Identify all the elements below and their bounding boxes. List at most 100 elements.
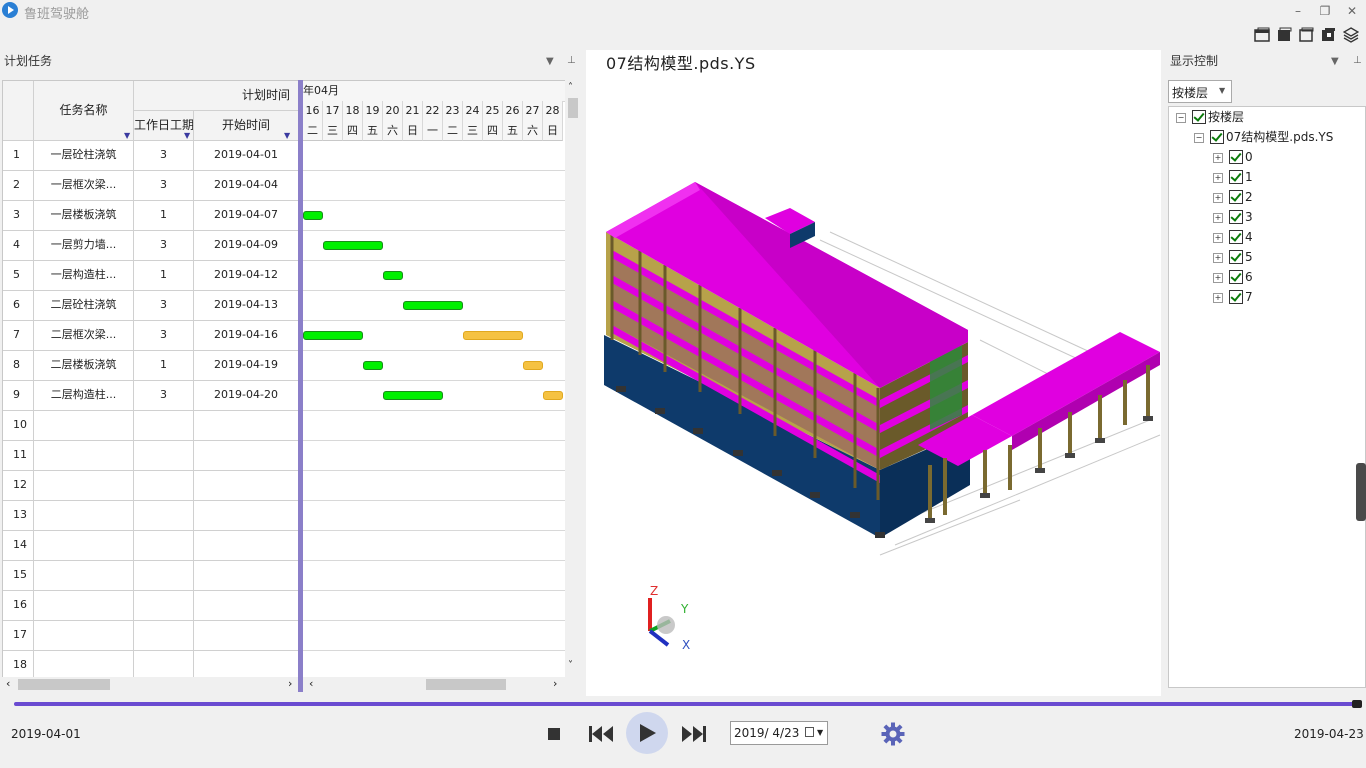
task-name-cell[interactable]: 一层剪力墙... (34, 231, 134, 261)
play-button[interactable] (626, 712, 668, 754)
checkbox[interactable] (1229, 290, 1243, 304)
task-name-cell[interactable] (34, 441, 134, 471)
row-number[interactable]: 1 (3, 141, 34, 171)
building-3d-model[interactable] (586, 170, 1166, 590)
gantt-horizontal-scrollbar[interactable]: ‹ › (303, 677, 565, 692)
row-number[interactable]: 17 (3, 621, 34, 651)
task-name-cell[interactable] (34, 471, 134, 501)
scroll-up-icon[interactable]: ˄ (568, 82, 573, 93)
layout-icon-3[interactable] (1298, 27, 1314, 43)
row-number[interactable]: 14 (3, 531, 34, 561)
side-panel-handle[interactable] (1356, 463, 1366, 521)
task-start-cell[interactable] (194, 531, 299, 561)
task-start-cell[interactable] (194, 501, 299, 531)
task-start-cell[interactable]: 2019-04-19 (194, 351, 299, 381)
task-name-cell[interactable]: 二层楼板浇筑 (34, 351, 134, 381)
task-name-cell[interactable]: 二层框次梁... (34, 321, 134, 351)
task-start-cell[interactable] (194, 561, 299, 591)
gantt-vertical-scrollbar[interactable]: ˄ ˅ (565, 80, 581, 676)
column-header-task-name[interactable]: 任务名称 (34, 81, 134, 141)
task-start-cell[interactable] (194, 651, 299, 677)
task-start-cell[interactable] (194, 591, 299, 621)
expander-icon[interactable]: + (1213, 153, 1223, 163)
filter-icon[interactable]: ▼ (184, 131, 190, 140)
row-number[interactable]: 7 (3, 321, 34, 351)
minimize-button[interactable]: – (1287, 2, 1309, 20)
task-duration-cell[interactable] (134, 501, 194, 531)
scroll-right-icon[interactable]: › (288, 677, 292, 690)
expander-icon[interactable]: + (1213, 293, 1223, 303)
task-name-cell[interactable]: 一层楼板浇筑 (34, 201, 134, 231)
layout-icon-2[interactable] (1276, 27, 1292, 43)
row-number[interactable]: 15 (3, 561, 34, 591)
filter-icon[interactable]: ▼ (284, 131, 290, 140)
layout-icon-4[interactable] (1320, 27, 1336, 43)
task-start-cell[interactable] (194, 471, 299, 501)
task-start-cell[interactable] (194, 411, 299, 441)
task-name-cell[interactable]: 一层砼柱浇筑 (34, 141, 134, 171)
pin-icon[interactable]: ⊥ (1353, 55, 1362, 66)
row-number[interactable]: 2 (3, 171, 34, 201)
calendar-icon[interactable] (805, 727, 814, 737)
task-duration-cell[interactable]: 1 (134, 351, 194, 381)
expander-icon[interactable]: + (1213, 253, 1223, 263)
gantt-task-bar[interactable] (323, 241, 383, 250)
row-number[interactable]: 12 (3, 471, 34, 501)
filter-icon[interactable]: ▼ (124, 131, 130, 140)
checkbox[interactable] (1210, 130, 1224, 144)
row-number[interactable]: 8 (3, 351, 34, 381)
settings-gear-icon[interactable] (881, 722, 905, 746)
task-name-cell[interactable] (34, 531, 134, 561)
scroll-thumb[interactable] (426, 679, 506, 690)
task-name-cell[interactable] (34, 501, 134, 531)
row-number[interactable]: 18 (3, 651, 34, 677)
stop-button[interactable] (548, 728, 560, 740)
row-number[interactable]: 4 (3, 231, 34, 261)
scroll-thumb[interactable] (568, 98, 578, 118)
task-start-cell[interactable] (194, 441, 299, 471)
gantt-task-bar[interactable] (383, 391, 443, 400)
filter-dropdown[interactable]: 按楼层 ▼ (1168, 80, 1232, 103)
current-date-picker[interactable]: 2019/ 4/23 ▼ (730, 721, 828, 745)
checkbox[interactable] (1229, 250, 1243, 264)
expander-icon[interactable]: − (1176, 113, 1186, 123)
task-name-cell[interactable]: 二层构造柱... (34, 381, 134, 411)
task-start-cell[interactable]: 2019-04-09 (194, 231, 299, 261)
task-start-cell[interactable]: 2019-04-12 (194, 261, 299, 291)
timeline-handle[interactable] (1352, 700, 1362, 708)
task-duration-cell[interactable] (134, 591, 194, 621)
task-duration-cell[interactable]: 3 (134, 321, 194, 351)
task-duration-cell[interactable] (134, 531, 194, 561)
checkbox[interactable] (1229, 170, 1243, 184)
row-number[interactable]: 13 (3, 501, 34, 531)
expander-icon[interactable]: + (1213, 213, 1223, 223)
row-number[interactable]: 5 (3, 261, 34, 291)
expander-icon[interactable]: − (1194, 133, 1204, 143)
gantt-task-bar[interactable] (303, 331, 363, 340)
task-start-cell[interactable]: 2019-04-20 (194, 381, 299, 411)
task-duration-cell[interactable]: 3 (134, 291, 194, 321)
row-number[interactable]: 6 (3, 291, 34, 321)
task-start-cell[interactable] (194, 621, 299, 651)
task-name-cell[interactable] (34, 621, 134, 651)
checkbox[interactable] (1229, 190, 1243, 204)
next-button[interactable] (681, 724, 707, 744)
gantt-task-bar[interactable] (523, 361, 543, 370)
timeline-progress-bar[interactable] (14, 702, 1362, 706)
scroll-right-icon[interactable]: › (553, 677, 557, 690)
scroll-down-icon[interactable]: ˅ (568, 660, 573, 671)
layout-icon-1[interactable] (1254, 27, 1270, 43)
task-start-cell[interactable]: 2019-04-01 (194, 141, 299, 171)
panel-menu-dropdown-icon[interactable]: ▼ (1331, 56, 1339, 67)
gantt-task-bar[interactable] (383, 271, 403, 280)
row-number[interactable]: 11 (3, 441, 34, 471)
task-name-cell[interactable]: 一层构造柱... (34, 261, 134, 291)
panel-menu-dropdown-icon[interactable]: ▼ (546, 56, 554, 67)
task-duration-cell[interactable] (134, 441, 194, 471)
task-start-cell[interactable]: 2019-04-16 (194, 321, 299, 351)
gantt-task-bar[interactable] (543, 391, 563, 400)
row-number[interactable]: 9 (3, 381, 34, 411)
checkbox[interactable] (1229, 210, 1243, 224)
layers-icon[interactable] (1343, 27, 1359, 43)
scroll-thumb[interactable] (18, 679, 110, 690)
